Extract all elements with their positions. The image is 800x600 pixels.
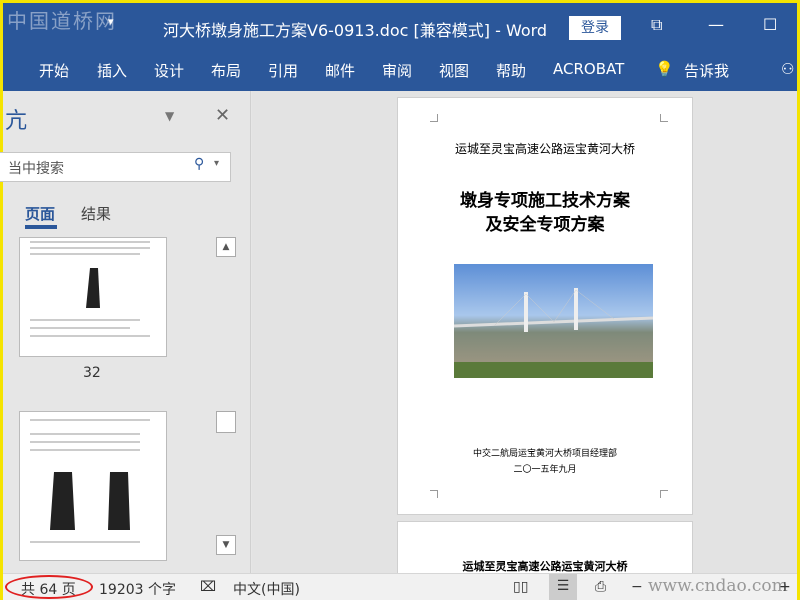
tab-home[interactable]: 开始	[39, 60, 69, 81]
tab-references[interactable]: 引用	[268, 60, 298, 81]
thumbnail-content	[30, 419, 150, 543]
watermark-site: www.cndao.com	[648, 576, 788, 596]
tab-acrobat[interactable]: ACROBAT	[553, 60, 624, 78]
page-thumbnail-32[interactable]	[19, 237, 167, 357]
nav-options-icon[interactable]: ▼	[165, 109, 174, 123]
language-indicator[interactable]: 中文(中国)	[233, 579, 300, 599]
search-placeholder: 当中搜索	[8, 161, 64, 177]
active-tab-indicator	[25, 225, 57, 229]
login-button[interactable]: 登录	[569, 16, 621, 40]
navigation-pane: 亢 ▼ ✕ 当中搜索 ⚲ ▾ 页面 结果 32 ▲ ▼	[0, 91, 251, 573]
watermark-logo: 中国道桥网	[7, 9, 117, 33]
margin-mark	[660, 114, 668, 122]
maximize-icon[interactable]: ☐	[763, 15, 777, 34]
tab-insert[interactable]: 插入	[97, 60, 127, 81]
ribbon-display-icon[interactable]: ⧉	[651, 15, 662, 35]
document-page-1: 运城至灵宝高速公路运宝黄河大桥 墩身专项施工技术方案 及安全专项方案 中交二航局…	[397, 97, 693, 515]
margin-mark	[430, 490, 438, 498]
bridge-image	[454, 288, 653, 378]
title-bar: 中国道桥网 ▾ 河大桥墩身施工方案V6-0913.doc [兼容模式] - Wo…	[3, 3, 797, 51]
page-thumbnail-33[interactable]	[19, 411, 167, 561]
lightbulb-icon: 💡	[655, 60, 674, 78]
tab-review[interactable]: 审阅	[382, 60, 412, 81]
organization-text: 中交二航局运宝黄河大桥项目经理部	[472, 449, 617, 459]
close-icon[interactable]: ✕	[215, 105, 230, 126]
zoom-out-icon[interactable]: −	[631, 579, 643, 595]
user-icon[interactable]: ⚇	[781, 60, 794, 78]
page-header-text: 运城至灵宝高速公路运宝黄河大桥	[462, 560, 628, 573]
read-mode-icon[interactable]: ▯▯	[513, 579, 528, 595]
doc-title-line2: 及安全专项方案	[485, 215, 605, 235]
tab-pages[interactable]: 页面	[25, 203, 55, 224]
tab-results[interactable]: 结果	[81, 203, 111, 224]
thumbnail-page-number: 32	[83, 365, 101, 381]
margin-mark	[430, 114, 438, 122]
highlight-circle	[5, 575, 93, 599]
date-text: 二〇一五年九月	[513, 465, 577, 475]
proofing-icon[interactable]: ⌧	[200, 579, 216, 595]
tab-mailings[interactable]: 邮件	[325, 60, 355, 81]
nav-title: 亢	[5, 109, 28, 134]
doc-title-line1: 墩身专项施工技术方案	[460, 191, 630, 211]
zoom-in-icon[interactable]: +	[779, 579, 791, 595]
tab-layout[interactable]: 布局	[211, 60, 241, 81]
ribbon-tabs: 开始 插入 设计 布局 引用 邮件 审阅 视图 帮助 ACROBAT 💡 告诉我…	[3, 51, 797, 91]
document-page-2: 运城至灵宝高速公路运宝黄河大桥	[397, 521, 693, 581]
status-bar: 共 64 页 19203 个字 ⌧ 中文(中国) ▯▯ ☰ ⎙ − www.cn…	[3, 573, 797, 600]
tab-design[interactable]: 设计	[154, 60, 184, 81]
minimize-icon[interactable]: —	[708, 15, 724, 34]
qat-dropdown-icon[interactable]: ▾	[108, 15, 114, 28]
scroll-up-button[interactable]: ▲	[216, 237, 236, 257]
search-icon[interactable]: ⚲	[194, 156, 204, 172]
thumbnail-content	[30, 241, 150, 337]
scrollbar-thumb[interactable]	[216, 411, 236, 433]
search-input[interactable]: 当中搜索 ⚲ ▾	[0, 152, 231, 182]
margin-mark	[660, 490, 668, 498]
document-area[interactable]: 运城至灵宝高速公路运宝黄河大桥 墩身专项施工技术方案 及安全专项方案 中交二航局…	[252, 91, 797, 581]
tab-help[interactable]: 帮助	[496, 60, 526, 81]
bridge-photo	[454, 264, 653, 378]
tab-view[interactable]: 视图	[439, 60, 469, 81]
web-layout-icon[interactable]: ⎙	[595, 579, 606, 595]
window-title: 河大桥墩身施工方案V6-0913.doc [兼容模式] - Word	[163, 21, 548, 40]
print-layout-icon[interactable]: ☰	[549, 574, 577, 600]
scroll-down-button[interactable]: ▼	[216, 535, 236, 555]
chevron-down-icon[interactable]: ▾	[214, 158, 219, 169]
tell-me[interactable]: 告诉我	[684, 60, 729, 81]
word-count[interactable]: 19203 个字	[99, 579, 176, 599]
page-header-text: 运城至灵宝高速公路运宝黄河大桥	[454, 142, 635, 156]
